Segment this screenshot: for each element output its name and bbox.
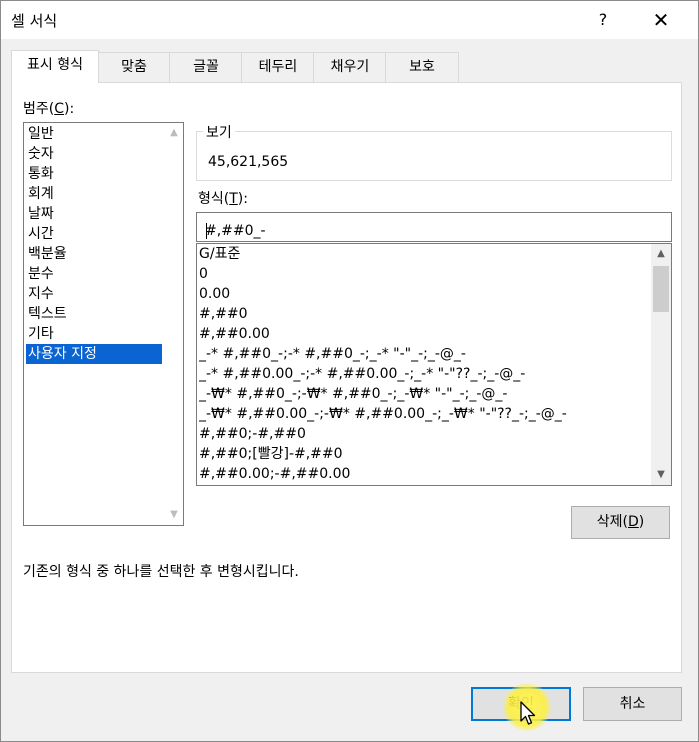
category-label-suffix: ): xyxy=(64,101,75,117)
format-description: 기존의 형식 중 하나를 선택한 후 변형시킵니다. xyxy=(23,564,299,580)
format-item[interactable]: _-* #,##0.00_-;-* #,##0.00_-;_-* "-"??_-… xyxy=(199,364,647,384)
scroll-up-arrow-icon[interactable]: ▲ xyxy=(652,245,670,263)
preview-value: 45,621,565 xyxy=(208,154,289,170)
cancel-button[interactable]: 취소 xyxy=(583,687,682,721)
format-label: 형식(T): xyxy=(198,188,248,208)
category-text[interactable]: 텍스트 xyxy=(26,304,162,324)
category-number[interactable]: 숫자 xyxy=(26,144,162,164)
format-label-prefix: 형식( xyxy=(198,191,230,207)
format-item[interactable]: #,##0.00 xyxy=(199,324,647,344)
delete-button[interactable]: 삭제(D) xyxy=(571,506,670,539)
format-list-scrollbar[interactable]: ▲ ▼ xyxy=(651,244,671,485)
format-item[interactable]: _-₩* #,##0_-;-₩* #,##0_-;_-₩* "-"_-;_-@_… xyxy=(199,384,647,404)
tab-alignment[interactable]: 맞춤 xyxy=(97,52,171,83)
tab-number[interactable]: 표시 형식 xyxy=(11,50,99,83)
category-date[interactable]: 날짜 xyxy=(26,204,162,224)
format-item[interactable]: #,##0;[빨강]-#,##0 xyxy=(199,444,647,464)
format-item[interactable]: _-* #,##0_-;-* #,##0_-;_-* "-"_-;_-@_- xyxy=(199,344,647,364)
category-time[interactable]: 시간 xyxy=(26,224,162,244)
category-label: 범주(C): xyxy=(23,98,74,118)
help-icon[interactable]: ? xyxy=(591,8,615,32)
scroll-up-arrow-icon[interactable]: ▲ xyxy=(165,124,183,142)
format-cells-dialog: 셀 서식 ? ✕ 표시 형식 맞춤 글꼴 테두리 채우기 보호 범주(C): 일… xyxy=(0,0,699,742)
close-icon[interactable]: ✕ xyxy=(647,6,675,34)
tab-fill[interactable]: 채우기 xyxy=(313,52,387,83)
category-percentage[interactable]: 백분율 xyxy=(26,244,162,264)
category-label-prefix: 범주( xyxy=(23,101,55,117)
category-scientific[interactable]: 지수 xyxy=(26,284,162,304)
format-label-key: T xyxy=(229,191,238,207)
title-bar: 셀 서식 ? ✕ xyxy=(1,1,698,39)
mouse-pointer-icon xyxy=(520,701,536,725)
format-item[interactable]: #,##0;-#,##0 xyxy=(199,424,647,444)
category-custom[interactable]: 사용자 지정 xyxy=(26,344,162,364)
delete-button-suffix: ) xyxy=(638,514,645,530)
category-special[interactable]: 기타 xyxy=(26,324,162,344)
category-currency[interactable]: 통화 xyxy=(26,164,162,184)
preview-legend: 보기 xyxy=(203,122,235,142)
format-item[interactable]: #,##0 xyxy=(199,304,647,324)
format-item[interactable]: G/표준 xyxy=(199,244,647,264)
format-code-list[interactable]: G/표준 0 0.00 #,##0 #,##0.00 _-* #,##0_-;-… xyxy=(196,243,672,486)
format-label-suffix: ): xyxy=(237,191,248,207)
dialog-title: 셀 서식 xyxy=(11,12,58,30)
delete-button-key: D xyxy=(627,514,639,530)
category-label-key: C xyxy=(54,101,65,117)
scrollbar-thumb[interactable] xyxy=(653,266,669,312)
format-item[interactable]: #,##0.00;-#,##0.00 xyxy=(199,464,647,484)
category-scrollbar[interactable]: ▲ ▼ xyxy=(165,123,183,525)
tab-protection[interactable]: 보호 xyxy=(385,52,459,83)
category-accounting[interactable]: 회계 xyxy=(26,184,162,204)
category-list[interactable]: 일반 숫자 통화 회계 날짜 시간 백분율 분수 지수 텍스트 기타 사용자 지… xyxy=(23,122,184,526)
format-item[interactable]: 0 xyxy=(199,264,647,284)
format-code-value: #,##0_- xyxy=(205,223,266,239)
scroll-down-arrow-icon[interactable]: ▼ xyxy=(652,466,670,484)
tab-border[interactable]: 테두리 xyxy=(241,52,315,83)
format-code-input[interactable]: #,##0_- xyxy=(196,212,672,242)
category-fraction[interactable]: 분수 xyxy=(26,264,162,284)
scroll-down-arrow-icon[interactable]: ▼ xyxy=(165,506,183,524)
format-item[interactable]: 0.00 xyxy=(199,284,647,304)
format-item[interactable]: _-₩* #,##0.00_-;-₩* #,##0.00_-;_-₩* "-"?… xyxy=(199,404,647,424)
number-format-panel: 범주(C): 일반 숫자 통화 회계 날짜 시간 백분율 분수 지수 텍스트 기… xyxy=(11,82,682,673)
delete-button-prefix: 삭제( xyxy=(596,514,628,530)
text-caret xyxy=(206,223,207,239)
tab-font[interactable]: 글꼴 xyxy=(169,52,243,83)
category-general[interactable]: 일반 xyxy=(26,124,162,144)
